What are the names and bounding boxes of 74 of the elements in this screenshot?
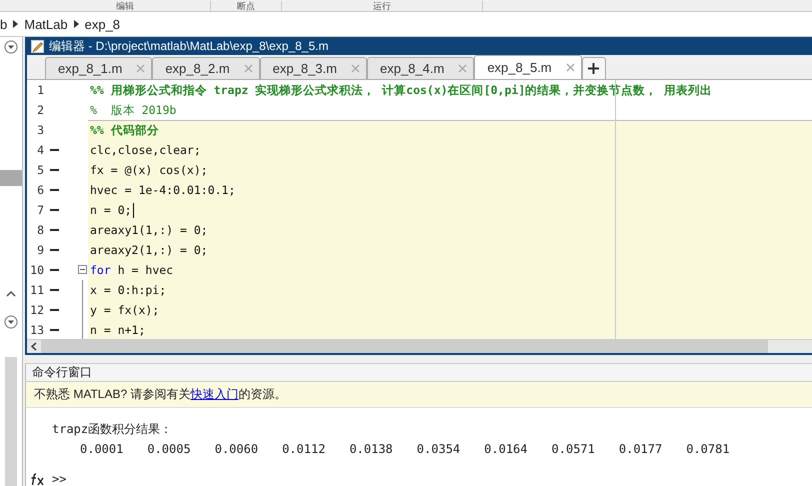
- line-number: 7: [36, 203, 44, 217]
- breakpoint-marker[interactable]: [50, 329, 58, 331]
- line-number: 6: [36, 183, 44, 197]
- line-number: 10: [29, 263, 44, 277]
- code-line: n = n+1;: [90, 323, 146, 337]
- breakpoint-marker[interactable]: [50, 189, 58, 191]
- code-line: areaxy2(1,:) = 0;: [90, 243, 208, 257]
- breadcrumb-arrow-icon: [74, 20, 79, 28]
- toolstrip-section-label: 断点: [211, 1, 282, 11]
- line-number: 11: [29, 283, 44, 297]
- pencil-icon: [31, 40, 44, 52]
- file-tab[interactable]: exp_8_4.m: [366, 57, 474, 79]
- file-tab[interactable]: exp_8_1.m: [45, 57, 152, 79]
- command-prompt[interactable]: >>: [52, 472, 66, 486]
- code-line: hvec = 1e-4:0.01:0.1;: [90, 183, 236, 197]
- breadcrumb-arrow-icon: [13, 20, 18, 28]
- breakpoint-marker[interactable]: [50, 229, 58, 231]
- panel-menu-icon[interactable]: [4, 315, 18, 329]
- file-tab[interactable]: exp_8_3.m: [260, 57, 367, 79]
- file-tab[interactable]: exp_8_5.m: [474, 55, 582, 79]
- toolstrip-section-label: 编辑: [40, 1, 211, 11]
- breakpoint-marker[interactable]: [50, 209, 58, 211]
- line-number: 4: [36, 143, 44, 157]
- code-line: x = 0:h:pi;: [90, 283, 166, 297]
- line-number: 3: [36, 123, 44, 137]
- toolstrip-section-label: 运行: [282, 1, 483, 11]
- output-value: 0.0177: [618, 442, 662, 456]
- panel-menu-icon[interactable]: [4, 40, 18, 54]
- breadcrumb-segment[interactable]: exp_8: [84, 16, 120, 32]
- line-number: 5: [36, 163, 44, 177]
- line-number: 9: [36, 243, 44, 257]
- line-number: 1: [36, 83, 44, 97]
- info-message: 不熟悉 MATLAB? 请参阅有关快速入门的资源。: [34, 386, 286, 403]
- line-number: 8: [36, 223, 44, 237]
- output-value: 0.0001: [80, 442, 124, 456]
- file-tab[interactable]: exp_8_2.m: [152, 57, 260, 79]
- quick-start-link[interactable]: 快速入门: [190, 387, 238, 401]
- code-line: clc,close,clear;: [90, 143, 201, 157]
- collapse-up-icon[interactable]: [6, 290, 16, 297]
- panel-title: 命令行窗口: [26, 363, 812, 382]
- code-line: y = fx(x);: [90, 303, 160, 317]
- breadcrumb-segment[interactable]: b: [0, 16, 8, 32]
- function-browser-icon[interactable]: [30, 472, 46, 486]
- output-value: 0.0112: [282, 442, 326, 456]
- breakpoint-marker[interactable]: [50, 269, 58, 271]
- output-text: trapz函数积分结果：: [52, 420, 172, 438]
- output-value: 0.0005: [147, 442, 191, 456]
- breadcrumb-segment[interactable]: MatLab: [24, 16, 68, 32]
- breakpoint-marker[interactable]: [50, 169, 58, 171]
- fold-collapse-icon[interactable]: [78, 265, 87, 274]
- scrollbar[interactable]: [5, 357, 17, 486]
- code-line: %% 代码部分: [90, 123, 159, 138]
- breakpoint-marker[interactable]: [50, 149, 58, 151]
- code-line: fx = @(x) cos(x);: [90, 163, 208, 177]
- code-line: areaxy1(1,:) = 0;: [90, 223, 208, 237]
- editor-title: 编辑器 - D:\project\matlab\MatLab\exp_8\exp_8_5.m: [49, 38, 328, 54]
- new-tab-button[interactable]: [582, 57, 606, 79]
- breakpoint-marker[interactable]: [50, 309, 58, 311]
- output-value: 0.0060: [214, 442, 258, 456]
- plus-icon: [588, 63, 600, 74]
- scrollbar-thumb[interactable]: [41, 340, 768, 353]
- output-value: 0.0354: [416, 442, 460, 456]
- code-line: % 版本 2019b: [90, 102, 176, 118]
- code-line: n = 0;: [90, 203, 132, 217]
- line-number: 12: [29, 303, 44, 317]
- output-value: 0.0138: [349, 442, 393, 456]
- line-number: 13: [29, 323, 44, 337]
- output-value: 0.0571: [552, 442, 595, 456]
- breakpoint-marker[interactable]: [50, 289, 58, 291]
- output-value: 0.0781: [686, 442, 730, 456]
- code-line: for h = hvec: [90, 263, 174, 277]
- line-number: 2: [36, 103, 44, 117]
- breakpoint-marker[interactable]: [50, 249, 58, 251]
- output-value: 0.0164: [484, 442, 528, 456]
